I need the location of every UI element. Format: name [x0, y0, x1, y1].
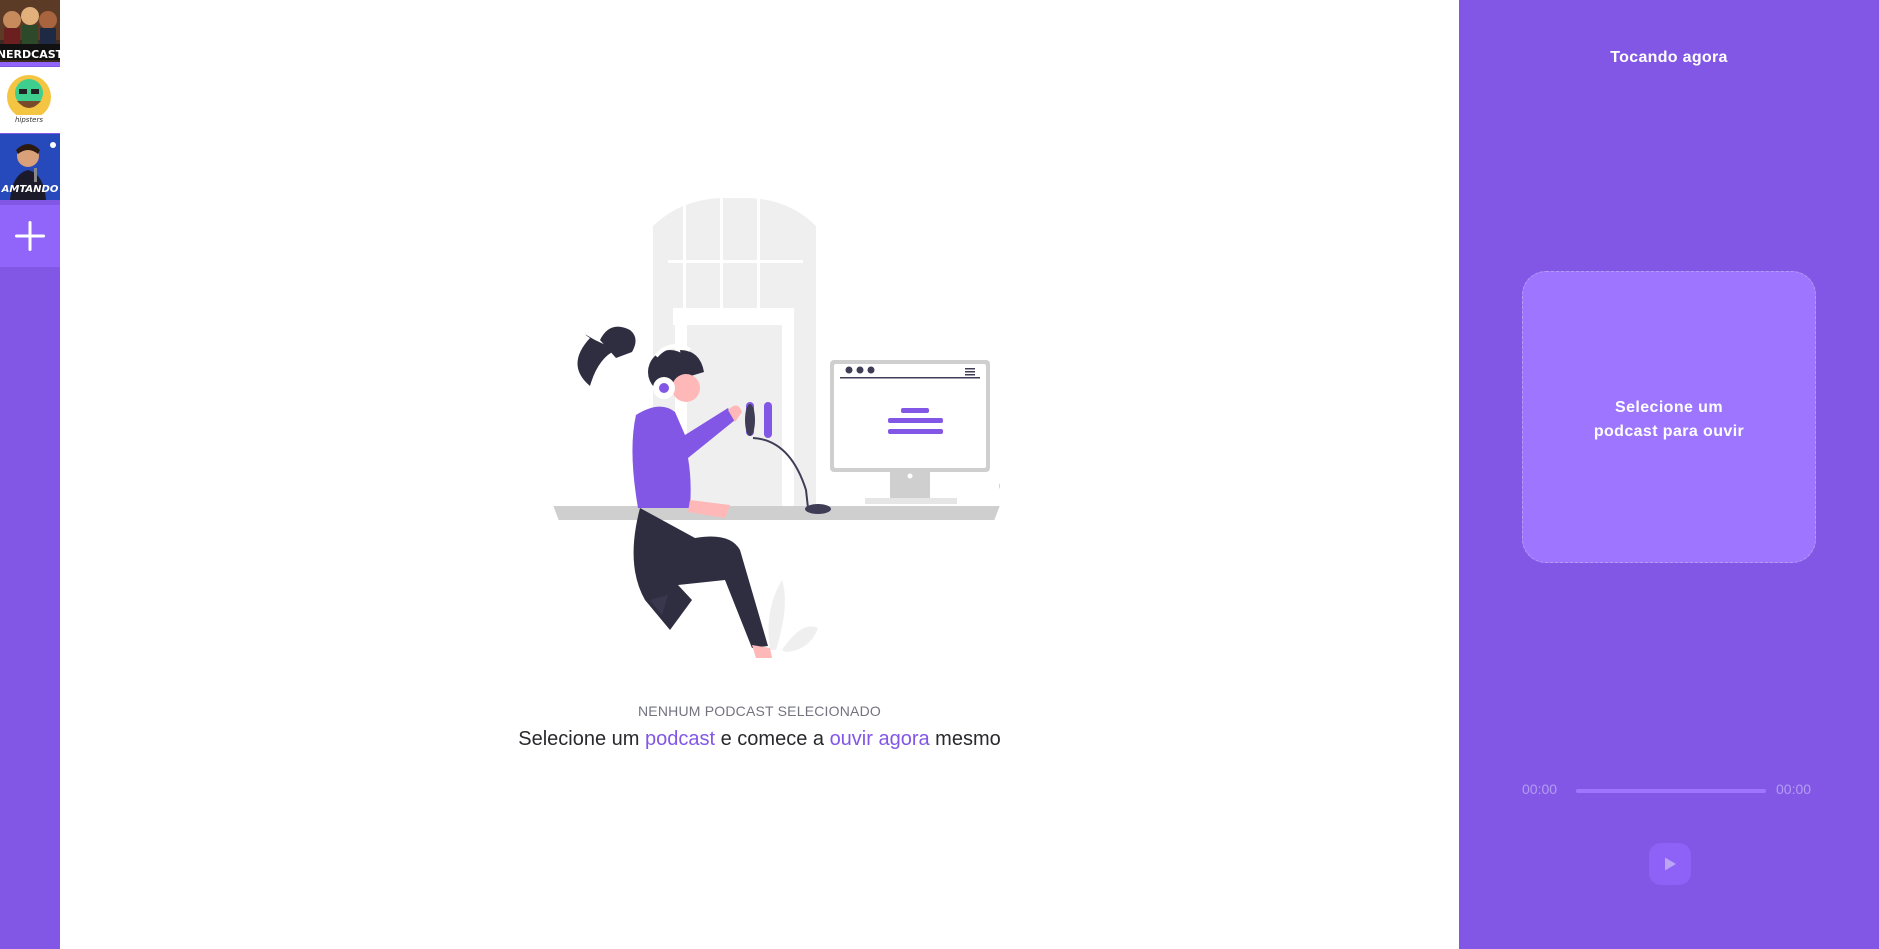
- svg-text:NERDCAST: NERDCAST: [0, 48, 60, 61]
- podcast-thumb-nerdcast[interactable]: NERDCAST: [0, 0, 60, 66]
- current-time: 00:00: [1522, 781, 1558, 797]
- empty-player-card: Selecione um podcast para ouvir: [1522, 271, 1816, 563]
- message-text-part2: e comece a: [715, 728, 830, 750]
- total-time: 00:00: [1776, 781, 1812, 797]
- add-podcast-button[interactable]: [0, 205, 60, 267]
- empty-player-text: Selecione um podcast para ouvir: [1593, 399, 1745, 440]
- svg-text:AMTANDO: AMTANDO: [1, 184, 59, 195]
- empty-state-message: Selecione um podcast e comece a ouvir ag…: [60, 728, 1459, 751]
- comedian-cover-icon: AMTANDO: [0, 134, 60, 200]
- play-button[interactable]: [1649, 843, 1691, 885]
- play-icon: [1665, 857, 1676, 871]
- message-text-part3: mesmo: [929, 728, 1001, 750]
- sidebar: NERDCAST hipsters AMTANDO: [0, 0, 60, 949]
- empty-state-caption: NENHUM PODCAST SELECIONADO: [638, 703, 881, 719]
- svg-text:hipsters: hipsters: [15, 116, 43, 124]
- progress-slider[interactable]: [1576, 789, 1766, 793]
- plus-icon: [15, 221, 45, 251]
- message-highlight-listen-now: ouvir agora: [829, 728, 930, 750]
- player-title: Tocando agora: [1610, 49, 1728, 66]
- podcast-thumb-hipsters[interactable]: hipsters: [0, 67, 60, 133]
- podcast-illustration: [553, 198, 1000, 658]
- player-panel: Tocando agora Selecione um podcast para …: [1459, 0, 1879, 949]
- message-text-part1: Selecione um: [518, 728, 645, 750]
- main-content: NENHUM PODCAST SELECIONADO Selecione um …: [60, 0, 1459, 949]
- message-highlight-podcast: podcast: [644, 728, 716, 750]
- podcast-thumb-amtando[interactable]: AMTANDO: [0, 134, 60, 200]
- hipsters-cover-icon: hipsters: [0, 67, 60, 133]
- nerdcast-cover-icon: NERDCAST: [0, 0, 60, 66]
